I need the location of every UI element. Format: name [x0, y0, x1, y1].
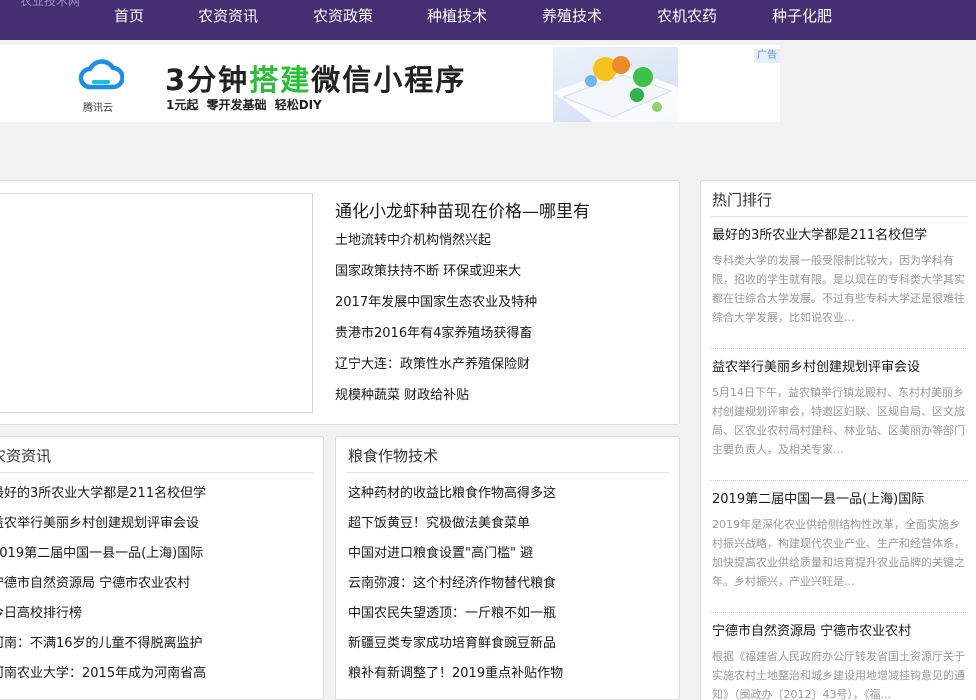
site-logo[interactable]: 农业技术网	[20, 0, 80, 9]
list-item[interactable]: 河南农业大学：2015年成为河南省高	[0, 664, 206, 694]
nav-item-home[interactable]: 首页	[114, 5, 144, 26]
list-item[interactable]: 国家政策扶持不断 环保或迎来大	[335, 262, 537, 293]
list-item[interactable]: 辽宁大连：政策性水产养殖保险财	[335, 355, 537, 386]
list-item[interactable]: 最好的3所农业大学都是211名校但学	[0, 484, 206, 514]
ad-badge: 广告	[754, 49, 780, 63]
featured-section: 通化小龙虾种苗现在价格—哪里有 土地流转中介机构悄然兴起 国家政策扶持不断 环保…	[0, 180, 680, 425]
divider	[711, 216, 968, 217]
featured-image[interactable]	[0, 193, 313, 413]
featured-list: 土地流转中介机构悄然兴起 国家政策扶持不断 环保或迎来大 2017年发展中国家生…	[335, 231, 537, 417]
divider	[346, 472, 669, 473]
featured-headline[interactable]: 通化小龙虾种苗现在价格—哪里有	[335, 197, 590, 222]
list-item[interactable]: 贵港市2016年有4家养殖场获得畜	[335, 324, 537, 355]
ad-banner[interactable]: 腾讯云 3分钟搭建微信小程序 1元起 零开发基础 轻松DIY 广告	[0, 45, 780, 122]
list-item[interactable]: 2019第二届中国一县一品(上海)国际	[0, 544, 206, 574]
hot-item-title[interactable]: 宁德市自然资源局 宁德市农业农村	[712, 623, 968, 641]
cloud-logo-icon	[78, 59, 124, 90]
hot-item[interactable]: 益农举行美丽乡村创建规划评审会设 5月14日下午，益农镇举行镇龙殿村、东村村美丽…	[712, 359, 968, 459]
ad-headline: 3分钟搭建微信小程序	[165, 63, 467, 97]
list-item[interactable]: 这种药材的收益比粮食作物高得多这	[348, 484, 563, 514]
hot-item-title[interactable]: 最好的3所农业大学都是211名校但学	[712, 227, 968, 245]
list-item[interactable]: 宁德市自然资源局 宁德市农业农村	[0, 574, 206, 604]
news-box: 农资资讯 最好的3所农业大学都是211名校但学 益农举行美丽乡村创建规划评审会设…	[0, 436, 324, 700]
nav-item-machinery[interactable]: 农机农药	[657, 5, 717, 26]
hot-item[interactable]: 最好的3所农业大学都是211名校但学 专科类大学的发展一般受限制比较大，因为学科…	[712, 227, 968, 327]
hot-item-summary: 5月14日下午，益农镇举行镇龙殿村、东村村美丽乡村创建规划评审会，特邀区妇联、区…	[712, 386, 965, 456]
hot-item-summary: 专科类大学的发展一般受限制比较大，因为学科有限，招收的学生就有限。是以现在的专科…	[712, 254, 965, 324]
grain-box-title[interactable]: 粮食作物技术	[348, 445, 438, 466]
divider	[0, 472, 313, 473]
nav-item-planting[interactable]: 种植技术	[427, 5, 487, 26]
hot-item-summary: 2019年是深化农业供给侧结构性改革，全面实施乡村振兴战略，构建现代农业产业、生…	[712, 518, 965, 588]
list-item[interactable]: 河南：不满16岁的儿童不得脱离监护	[0, 634, 206, 664]
nav-item-policy[interactable]: 农资政策	[313, 5, 373, 26]
list-item[interactable]: 粮补有新调整了！2019重点补贴作物	[348, 664, 563, 694]
list-item[interactable]: 云南弥渡：这个村经济作物替代粮食	[348, 574, 563, 604]
list-item[interactable]: 中国对进口粮食设置"高门槛" 避	[348, 544, 563, 574]
list-item[interactable]: 益农举行美丽乡村创建规划评审会设	[0, 514, 206, 544]
ad-subline: 1元起 零开发基础 轻松DIY	[166, 98, 322, 112]
nav-item-seeds[interactable]: 种子化肥	[772, 5, 832, 26]
list-item[interactable]: 新疆豆类专家成功培育鲜食豌豆新品	[348, 634, 563, 664]
news-list: 最好的3所农业大学都是211名校但学 益农举行美丽乡村创建规划评审会设 2019…	[0, 484, 206, 694]
ad-brand-name: 腾讯云	[83, 103, 113, 114]
ad-illustration	[553, 47, 678, 122]
grain-list: 这种药材的收益比粮食作物高得多这 超下饭黄豆！究极做法美食菜单 中国对进口粮食设…	[348, 484, 563, 694]
hot-item-title[interactable]: 2019第二届中国一县一品(上海)国际	[712, 491, 968, 509]
hot-ranking-sidebar: 热门排行 最好的3所农业大学都是211名校但学 专科类大学的发展一般受限制比较大…	[700, 180, 976, 700]
list-item[interactable]: 中国农民失望透顶：一斤粮不如一瓶	[348, 604, 563, 634]
nav-item-breeding[interactable]: 养殖技术	[542, 5, 602, 26]
divider	[711, 348, 968, 349]
divider	[711, 480, 968, 481]
hot-item-title[interactable]: 益农举行美丽乡村创建规划评审会设	[712, 359, 968, 377]
hot-ranking-title: 热门排行	[712, 191, 773, 209]
grain-crops-box: 粮食作物技术 这种药材的收益比粮食作物高得多这 超下饭黄豆！究极做法美食菜单 中…	[335, 436, 680, 700]
hot-item[interactable]: 2019第二届中国一县一品(上海)国际 2019年是深化农业供给侧结构性改革，全…	[712, 491, 968, 591]
divider	[711, 612, 968, 613]
hot-item-summary: 根据《福建省人民政府办公厅转发省国土资源厅关于实施农村土地整治和城乡建设用地增减…	[712, 650, 965, 700]
top-navigation-bar: 农业技术网 首页 农资资讯 农资政策 种植技术 养殖技术 农机农药 种子化肥	[0, 0, 976, 40]
news-box-title[interactable]: 农资资讯	[0, 445, 51, 466]
list-item[interactable]: 规模种蔬菜 财政给补贴	[335, 386, 537, 417]
list-item[interactable]: 土地流转中介机构悄然兴起	[335, 231, 537, 262]
list-item[interactable]: 2017年发展中国家生态农业及特种	[335, 293, 537, 324]
list-item[interactable]: 超下饭黄豆！究极做法美食菜单	[348, 514, 563, 544]
list-item[interactable]: 今日高校排行榜	[0, 604, 206, 634]
hot-item[interactable]: 宁德市自然资源局 宁德市农业农村 根据《福建省人民政府办公厅转发省国土资源厅关于…	[712, 623, 968, 700]
nav-item-news[interactable]: 农资资讯	[198, 5, 258, 26]
